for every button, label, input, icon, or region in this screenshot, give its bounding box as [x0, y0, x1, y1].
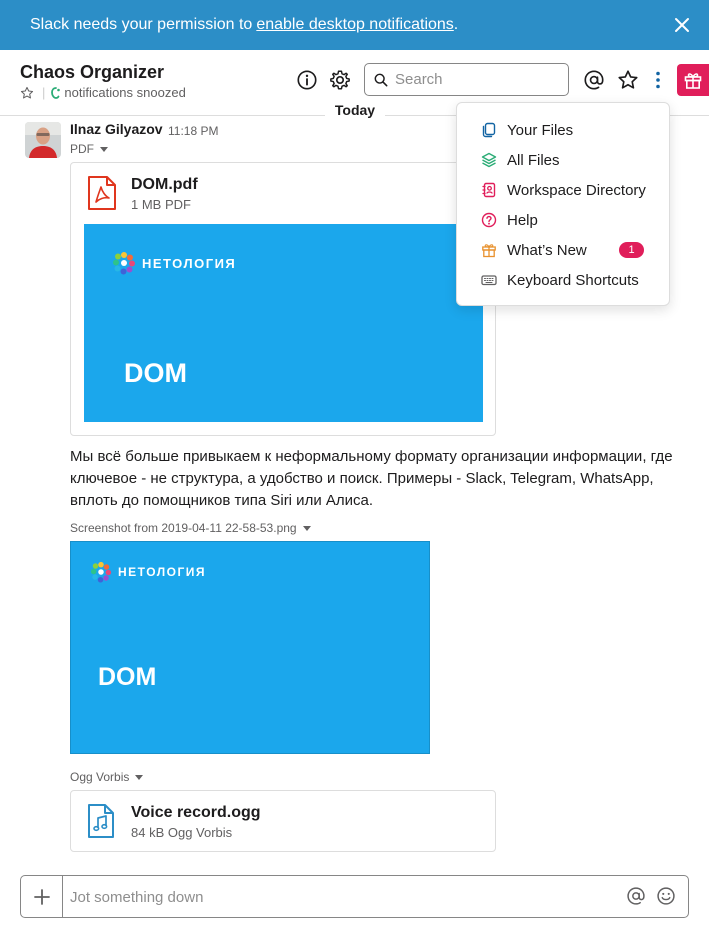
keyboard-icon [481, 275, 497, 286]
attach-button[interactable] [21, 876, 63, 917]
search-icon [374, 73, 388, 86]
info-icon[interactable] [296, 69, 318, 91]
notifications-status[interactable]: notifications snoozed [64, 85, 185, 100]
menu-item-help[interactable]: Help [457, 205, 669, 235]
files-icon [482, 122, 496, 138]
avatar[interactable] [25, 122, 61, 158]
caret-down-icon [302, 525, 311, 531]
pdf-file-meta: 1 MB PDF [131, 197, 191, 212]
preview-brand: НЕТОЛОГИЯ [112, 251, 236, 275]
gear-icon[interactable] [329, 69, 351, 91]
layers-icon [481, 152, 497, 168]
star-icon[interactable] [617, 69, 639, 91]
menu-item-label: Your Files [507, 121, 574, 139]
preview-title: DOM [124, 358, 187, 388]
pdf-preview[interactable]: НЕТОЛОГИЯ DOM [84, 224, 483, 422]
help-icon [481, 212, 497, 228]
netology-logo-icon [90, 561, 112, 583]
audio-file-icon [88, 804, 114, 838]
separator: | [42, 85, 46, 100]
audio-file-name[interactable]: Voice record.ogg [131, 804, 261, 822]
pdf-file-name[interactable]: DOM.pdf [131, 176, 198, 194]
preview-brand-text: НЕТОЛОГИЯ [142, 255, 237, 271]
preview-title: DOM [98, 663, 157, 691]
more-options-menu: Your Files All Files Workspace Directory… [456, 102, 670, 306]
menu-item-all-files[interactable]: All Files [457, 145, 669, 175]
pdf-file-type-label: PDF [70, 142, 94, 156]
pdf-file-icon [88, 176, 116, 210]
whats-new-badge: 1 [619, 242, 644, 258]
menu-item-label: Workspace Directory [507, 181, 646, 199]
menu-item-workspace-directory[interactable]: Workspace Directory [457, 175, 669, 205]
date-divider: Today [325, 99, 385, 121]
screenshot-file-toggle[interactable]: Screenshot from 2019-04-11 22-58-53.png [70, 521, 311, 535]
banner-suffix: . [453, 16, 459, 33]
gift-icon [684, 73, 702, 89]
pdf-file-toggle[interactable]: PDF [70, 142, 108, 156]
preview-brand-text: НЕТОЛОГИЯ [118, 565, 207, 579]
audio-file-meta: 84 kB Ogg Vorbis [131, 825, 233, 840]
menu-item-label: What’s New [507, 241, 587, 259]
emoji-icon[interactable] [656, 886, 676, 906]
more-options-icon[interactable] [647, 69, 669, 91]
audio-attachment[interactable]: Voice record.ogg 84 kB Ogg Vorbis [70, 790, 496, 852]
menu-item-whats-new[interactable]: What’s New 1 [457, 235, 669, 265]
netology-logo-icon [113, 252, 135, 275]
search-input[interactable] [395, 71, 555, 88]
search-box[interactable] [364, 63, 569, 96]
pdf-attachment[interactable]: DOM.pdf 1 MB PDF НЕТОЛОГИЯ DOM [70, 162, 496, 436]
message-composer [20, 875, 689, 918]
preview-brand: НЕТОЛОГИЯ [90, 561, 206, 583]
gift-icon [482, 244, 496, 258]
message-timestamp[interactable]: 11:18 PM [168, 124, 218, 138]
message-text: Мы всё больше привыкаем к неформальному … [70, 448, 673, 509]
audio-file-type-label: Ogg Vorbis [70, 770, 130, 784]
close-icon[interactable] [669, 12, 695, 38]
mentions-icon[interactable] [583, 69, 605, 91]
channel-details: | notifications snoozed [20, 85, 186, 100]
screenshot-preview[interactable]: НЕТОЛОГИЯ DOM [70, 541, 430, 754]
star-icon[interactable] [20, 86, 34, 100]
channel-name[interactable]: Chaos Organizer [20, 62, 164, 83]
directory-icon [482, 182, 496, 198]
enable-notifications-link[interactable]: enable desktop notifications [256, 16, 453, 34]
mention-icon[interactable] [626, 886, 646, 906]
screenshot-file-name: Screenshot from 2019-04-11 22-58-53.png [70, 521, 297, 535]
whats-new-button[interactable] [677, 64, 709, 96]
menu-item-your-files[interactable]: Your Files [457, 115, 669, 145]
notification-banner: Slack needs your permission to enable de… [0, 0, 709, 50]
menu-item-label: Help [507, 211, 538, 229]
snooze-icon [51, 86, 61, 99]
menu-item-label: All Files [507, 151, 560, 169]
caret-down-icon [100, 146, 108, 152]
caret-down-icon [135, 774, 144, 780]
message-author[interactable]: Ilnaz Gilyazov [70, 121, 163, 137]
plus-icon [33, 888, 50, 905]
message-input[interactable] [70, 886, 610, 908]
menu-item-label: Keyboard Shortcuts [507, 271, 639, 289]
banner-text: Slack needs your permission to [30, 16, 253, 33]
menu-item-keyboard-shortcuts[interactable]: Keyboard Shortcuts [457, 265, 669, 295]
audio-file-toggle[interactable]: Ogg Vorbis [70, 770, 144, 784]
